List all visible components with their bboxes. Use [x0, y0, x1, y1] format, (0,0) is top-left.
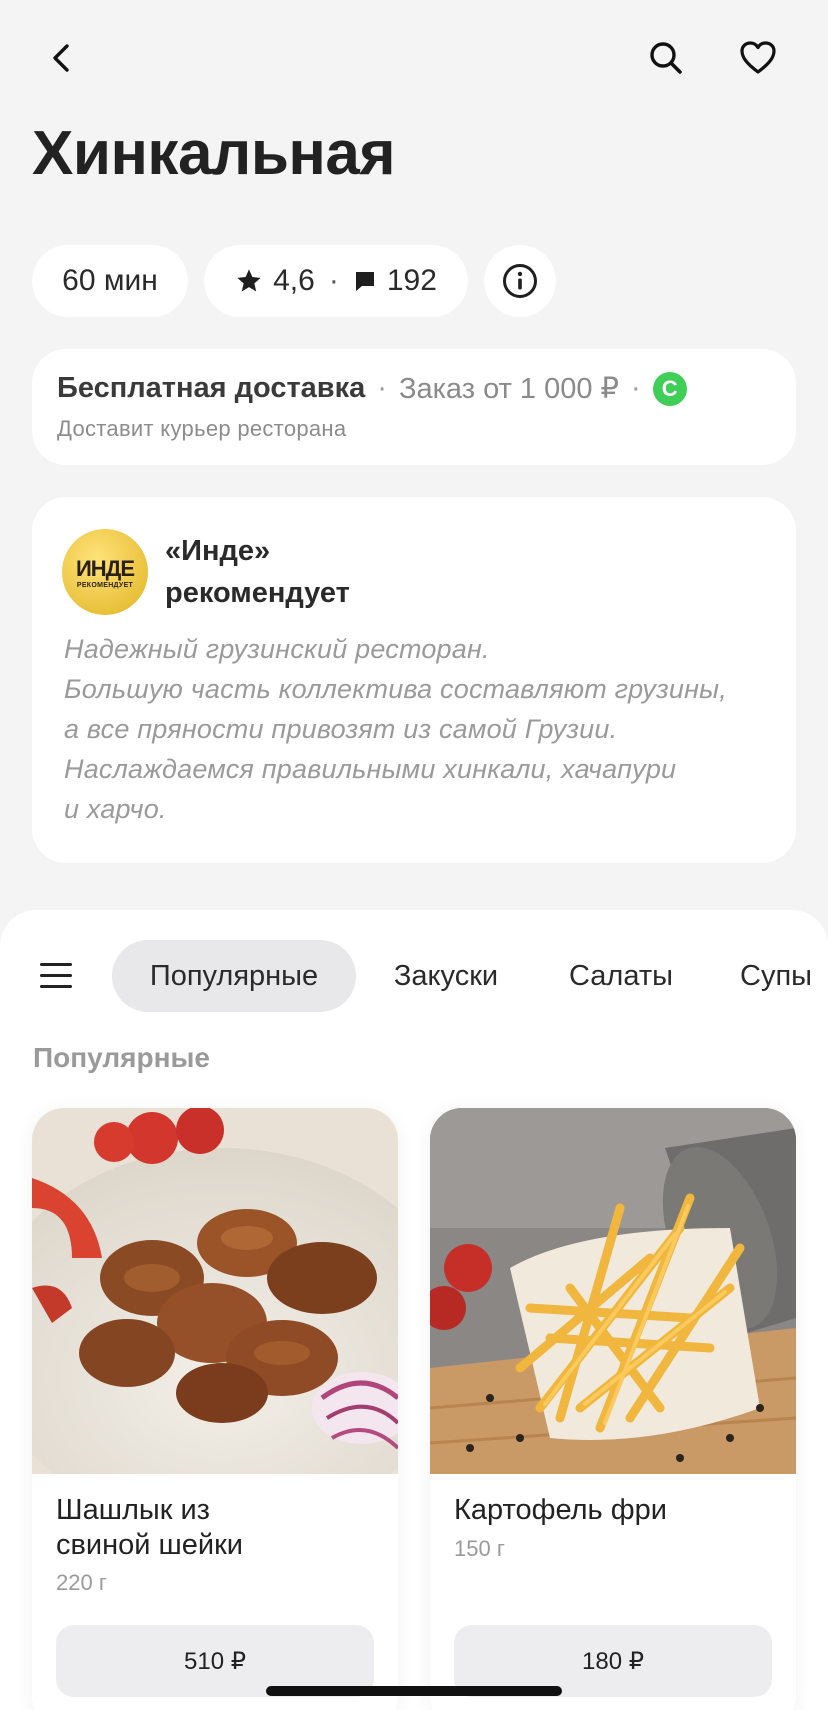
- top-bar: [0, 0, 828, 120]
- recommendation-text-line: и харчо.: [64, 794, 167, 824]
- recommendation-text: Надежный грузинский ресторан. Большую ча…: [64, 629, 784, 829]
- star-icon: [237, 269, 261, 292]
- heart-icon: [740, 41, 776, 74]
- delivery-time-label: 60 мин: [62, 264, 158, 297]
- product-name: Картофель фри: [454, 1493, 774, 1528]
- product-name-line: Картофель фри: [454, 1494, 667, 1526]
- recommendation-card: ИНДЕ РЕКОМЕНДУЕТ «Инде» рекомендует Наде…: [32, 497, 796, 863]
- back-button[interactable]: [33, 28, 93, 88]
- tab-popular[interactable]: Популярные: [112, 940, 356, 1012]
- product-name-line: Шашлык из: [56, 1494, 210, 1526]
- delivery-courier-note: Доставит курьер ресторана: [57, 416, 347, 441]
- product-name: Шашлык из свиной шейки: [56, 1493, 376, 1563]
- cashback-icon: С: [652, 371, 687, 406]
- search-icon: [650, 42, 682, 74]
- product-card[interactable]: Шашлык из свиной шейки 220 г 510 ₽: [32, 1108, 398, 1710]
- inde-logo: ИНДЕ РЕКОМЕНДУЕТ: [62, 529, 148, 615]
- tab-salads[interactable]: Салаты: [552, 940, 690, 1012]
- logo-caption: РЕКОМЕНДУЕТ: [76, 581, 134, 589]
- product-weight: 150 г: [454, 1536, 505, 1561]
- min-order-label: Заказ от 1 000 ₽: [398, 373, 619, 405]
- rating-value: 4,6: [273, 264, 315, 297]
- favorite-button[interactable]: [728, 28, 788, 88]
- fries-image: [430, 1108, 796, 1474]
- home-indicator[interactable]: [266, 1686, 562, 1696]
- chevron-left-icon: [53, 44, 69, 72]
- menu-sheet: Популярные Закуски Салаты Супы Популярны…: [0, 910, 828, 1710]
- logo-wordmark: ИНДЕ: [75, 555, 135, 581]
- product-name-line: свиной шейки: [56, 1529, 243, 1561]
- recommendation-text-line: а все пряности привозят из самой Грузии.: [64, 714, 618, 744]
- rating-reviews-badge[interactable]: 4,6 · 192: [204, 245, 468, 317]
- product-image: [430, 1108, 796, 1474]
- search-button[interactable]: [636, 28, 696, 88]
- product-card[interactable]: Картофель фри 150 г 180 ₽: [430, 1108, 796, 1710]
- delivery-separator: ·: [377, 372, 387, 404]
- shashlik-image: [32, 1108, 398, 1474]
- recommendation-text-line: Надежный грузинский ресторан.: [64, 634, 490, 664]
- recommendation-text-line: Наслаждаемся правильными хинкали, хачапу…: [64, 754, 677, 784]
- comment-icon: [355, 272, 374, 291]
- category-tabs: Популярные Закуски Салаты Супы: [0, 940, 828, 1012]
- page-title: Хинкальная: [32, 119, 396, 188]
- info-button[interactable]: [484, 245, 556, 317]
- delivery-time-badge[interactable]: 60 мин: [32, 245, 188, 317]
- section-title: Популярные: [33, 1042, 210, 1073]
- product-image: [32, 1108, 398, 1474]
- hamburger-icon: [40, 974, 72, 977]
- menu-categories-button[interactable]: [34, 956, 78, 996]
- recommendation-title-line1: «Инде»: [165, 535, 271, 567]
- reviews-count: 192: [386, 264, 437, 297]
- tab-snacks[interactable]: Закуски: [372, 940, 520, 1012]
- free-delivery-label: Бесплатная доставка: [57, 372, 366, 404]
- tab-soups[interactable]: Супы: [716, 940, 828, 1012]
- product-weight: 220 г: [56, 1570, 107, 1595]
- rating-separator: ·: [328, 264, 339, 297]
- delivery-separator-2: ·: [631, 372, 641, 404]
- delivery-conditions: Бесплатная доставка · Заказ от 1 000 ₽ ·…: [57, 371, 687, 406]
- recommendation-title-line2: рекомендует: [165, 577, 350, 609]
- hamburger-icon: [40, 963, 72, 966]
- info-icon: [503, 264, 537, 298]
- recommendation-text-line: Большую часть коллектива составляют груз…: [64, 674, 727, 704]
- recommendation-title: «Инде» рекомендует: [165, 530, 350, 614]
- hamburger-icon: [40, 985, 72, 988]
- delivery-info-card[interactable]: Бесплатная доставка · Заказ от 1 000 ₽ ·…: [32, 349, 796, 465]
